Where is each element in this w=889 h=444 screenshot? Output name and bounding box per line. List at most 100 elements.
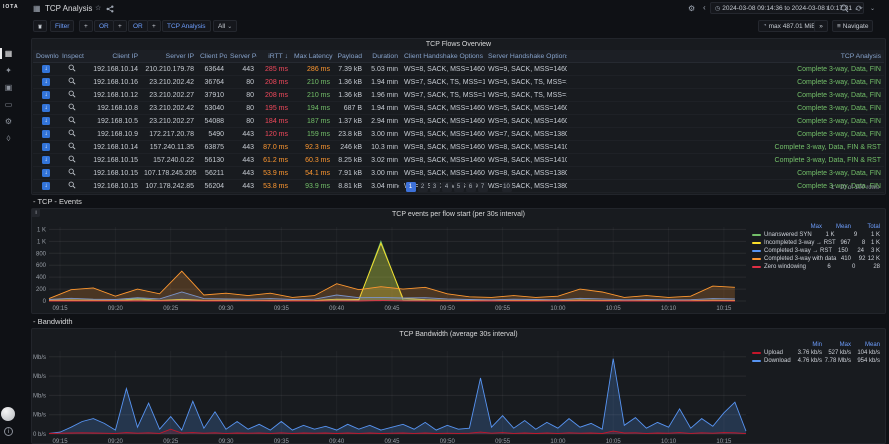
time-forward-icon[interactable]: › — [826, 3, 829, 12]
cell-analysis: Complete 3-way, Data, FIN — [567, 170, 884, 177]
column-header-client-ip[interactable]: Client IP — [85, 53, 141, 60]
inspect-magnifier-icon[interactable] — [68, 129, 76, 137]
legend-item[interactable]: Upload3.76 kb/s527 kb/s104 kb/s — [752, 349, 880, 357]
legend-item[interactable]: Unanswered SYN1 K91 K — [752, 231, 880, 239]
expand-arrows-button[interactable]: » — [814, 20, 828, 32]
inspect-magnifier-icon[interactable] — [68, 103, 76, 111]
legend-stat-header[interactable]: Mean — [822, 224, 851, 230]
navigate-button[interactable]: ≡ Navigate — [832, 20, 873, 32]
section-header-tcp-events[interactable]: - TCP - Events — [33, 197, 82, 206]
page-button-6[interactable]: 6 — [466, 182, 476, 192]
inspect-magnifier-icon[interactable] — [68, 116, 76, 124]
inspect-magnifier-icon[interactable] — [68, 90, 76, 98]
legend-item[interactable]: Completed 3-way with data4109212 K — [752, 255, 880, 263]
cell-client_hs: WS=7, SACK, TS, MSS=1460 — [401, 79, 485, 86]
column-header-max-latency[interactable]: Max Latency — [291, 53, 333, 60]
legend-series-name: Unanswered SYN — [764, 232, 812, 238]
svg-text:09:45: 09:45 — [384, 439, 400, 444]
cell-server_port: 443 — [227, 144, 257, 151]
inspect-magnifier-icon[interactable] — [68, 155, 76, 163]
column-header-client-port[interactable]: Client Port — [197, 53, 227, 60]
refresh-interval-dropdown[interactable]: ⌄ — [870, 5, 875, 12]
cell-irtt: 120 ms — [257, 131, 291, 138]
legend-stat-header[interactable]: Max — [793, 224, 822, 230]
legend-item[interactable]: Incompleted 3-way → RST96781 K — [752, 239, 880, 247]
column-header-server-port[interactable]: Server Port — [227, 53, 257, 60]
cell-server_port: 80 — [227, 92, 257, 99]
gear-icon[interactable]: ⚙ — [688, 4, 695, 13]
legend-stat-header[interactable]: Mean — [851, 342, 880, 348]
filter-button[interactable]: Filter — [50, 20, 74, 32]
refresh-icon[interactable]: ⟳ — [856, 4, 863, 13]
sidebar-item-folder-icon[interactable]: ▭ — [3, 99, 14, 110]
cell-client_port: 5490 — [197, 131, 227, 138]
column-header-server-handshake-options[interactable]: Server Handshake Options — [485, 53, 567, 60]
sidebar-item-shield-icon[interactable]: ◊ — [3, 133, 14, 144]
download-icon[interactable]: ↓ — [42, 65, 50, 73]
page-ellipsis[interactable]: … — [490, 182, 500, 192]
download-icon[interactable]: ↓ — [42, 78, 50, 86]
sidebar-item-dashboards-icon[interactable]: ▦ — [3, 48, 14, 59]
legend-stat-header[interactable]: Max — [822, 342, 851, 348]
share-icon[interactable] — [106, 5, 114, 13]
or-button-2[interactable]: OR — [128, 20, 148, 32]
legend-item[interactable]: Download4.76 kb/s7.78 Mb/s954 kb/s — [752, 357, 880, 365]
max-size-button[interactable]: ◔ max 487.01 MiB — [758, 20, 821, 32]
column-header-inspect[interactable]: Inspect — [59, 53, 85, 60]
column-header-duration[interactable]: Duration — [365, 53, 401, 60]
page-next-button[interactable]: › — [514, 182, 524, 192]
legend-swatch — [752, 258, 761, 260]
double-arrow-icon: » — [819, 23, 823, 30]
download-icon[interactable]: ↓ — [42, 104, 50, 112]
add-filter-button-2[interactable]: + — [113, 20, 127, 32]
page-button-7[interactable]: 7 — [478, 182, 488, 192]
page-prev-button[interactable]: ‹ — [394, 182, 404, 192]
add-filter-button-3[interactable]: + — [147, 20, 161, 32]
cell-analysis: Complete 3-way, Data, FIN — [567, 66, 884, 73]
add-filter-button[interactable]: + — [79, 20, 93, 32]
all-dropdown[interactable]: All ⌄ — [213, 20, 237, 32]
sidebar-item-panels-icon[interactable]: ▣ — [3, 82, 14, 93]
download-icon[interactable]: ↓ — [42, 91, 50, 99]
column-header-client-handshake-options[interactable]: Client Handshake Options — [401, 53, 485, 60]
inspect-magnifier-icon[interactable] — [68, 142, 76, 150]
download-icon[interactable]: ↓ — [42, 130, 50, 138]
download-icon[interactable]: ↓ — [42, 156, 50, 164]
column-header-irtt-[interactable]: iRTT ↓ — [257, 53, 291, 60]
page-button-1[interactable]: 1 — [406, 182, 416, 192]
trash-button[interactable] — [33, 20, 47, 32]
download-icon[interactable]: ↓ — [42, 117, 50, 125]
table-row: ↓192.168.10.1623.210.202.423676480208 ms… — [33, 76, 884, 89]
overlay-bubble[interactable] — [1, 407, 15, 421]
column-header-tcp-analysis[interactable]: TCP Analysis — [567, 53, 884, 60]
download-icon[interactable]: ↓ — [42, 169, 50, 177]
page-button-2[interactable]: 2 — [418, 182, 428, 192]
zoom-out-icon[interactable] — [840, 4, 849, 13]
page-button-10[interactable]: 10 — [502, 182, 512, 192]
overlay-info-icon[interactable]: i — [4, 427, 13, 436]
star-icon[interactable]: ☆ — [95, 4, 101, 12]
legend-stat-header[interactable]: Total — [851, 224, 880, 230]
column-header-server-ip[interactable]: Server IP — [141, 53, 197, 60]
page-button-5[interactable]: 5 — [454, 182, 464, 192]
cell-server_ip: 23.210.202.27 — [141, 92, 197, 99]
inspect-magnifier-icon[interactable] — [68, 77, 76, 85]
inspect-magnifier-icon[interactable] — [68, 64, 76, 72]
legend-stat-header[interactable]: Min — [793, 342, 822, 348]
column-header-payload[interactable]: Payload — [333, 53, 365, 60]
or-button-1[interactable]: OR — [94, 20, 114, 32]
section-header-bandwidth[interactable]: - Bandwidth — [33, 317, 73, 326]
legend-stat-value: 150 — [832, 248, 848, 254]
page-button-3[interactable]: 3 — [430, 182, 440, 192]
svg-text:800: 800 — [36, 251, 47, 257]
sidebar-item-sparkle-icon[interactable]: ✦ — [3, 65, 14, 76]
sidebar-item-settings-icon[interactable]: ⚙ — [3, 116, 14, 127]
download-icon[interactable]: ↓ — [42, 143, 50, 151]
page-button-4[interactable]: 4 — [442, 182, 452, 192]
column-header-download[interactable]: Download — [33, 53, 59, 60]
legend-item[interactable]: Completed 3-way → RST150243 K — [752, 247, 880, 255]
inspect-magnifier-icon[interactable] — [68, 168, 76, 176]
time-back-icon[interactable]: ‹ — [703, 3, 706, 12]
legend-item[interactable]: Zero windowing6028 — [752, 263, 880, 271]
tcp-analysis-filter-button[interactable]: TCP Analysis — [162, 20, 211, 32]
